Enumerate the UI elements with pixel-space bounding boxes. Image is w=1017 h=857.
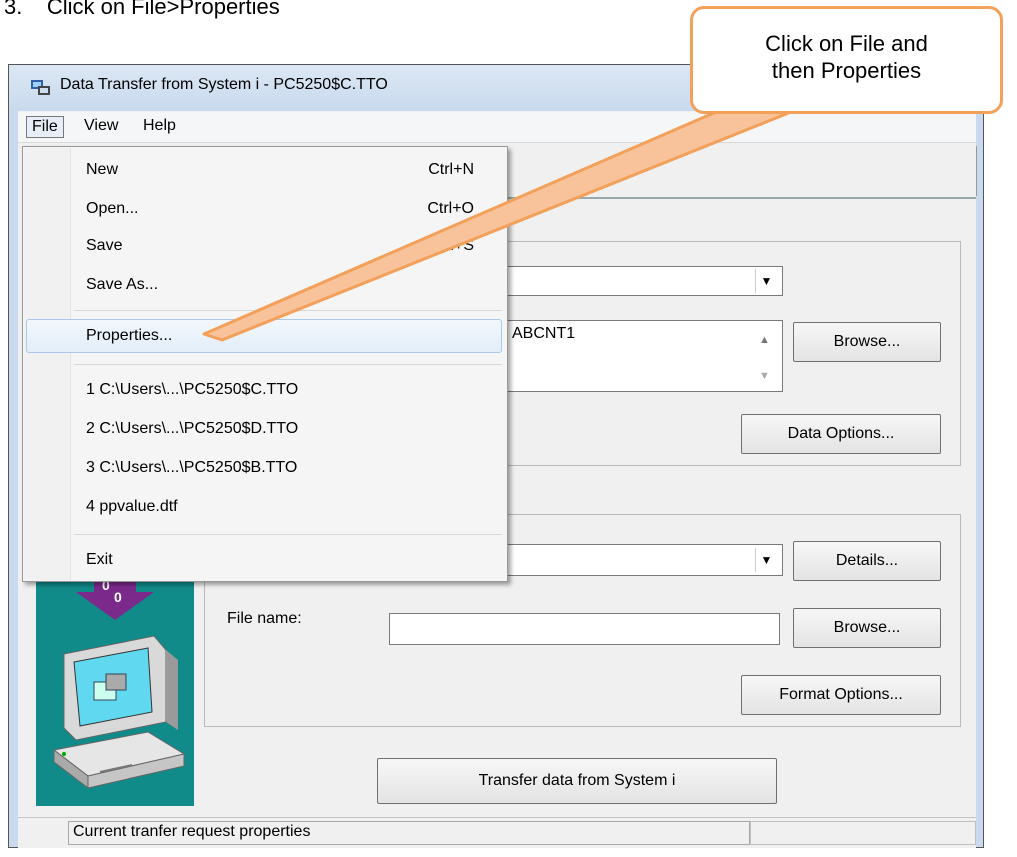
callout-line-2: then Properties: [771, 58, 922, 83]
callout-line-1: Click on File and: [765, 31, 928, 56]
callout-text: Click on File and then Properties: [690, 30, 1003, 84]
callout-arrow: [202, 90, 798, 342]
